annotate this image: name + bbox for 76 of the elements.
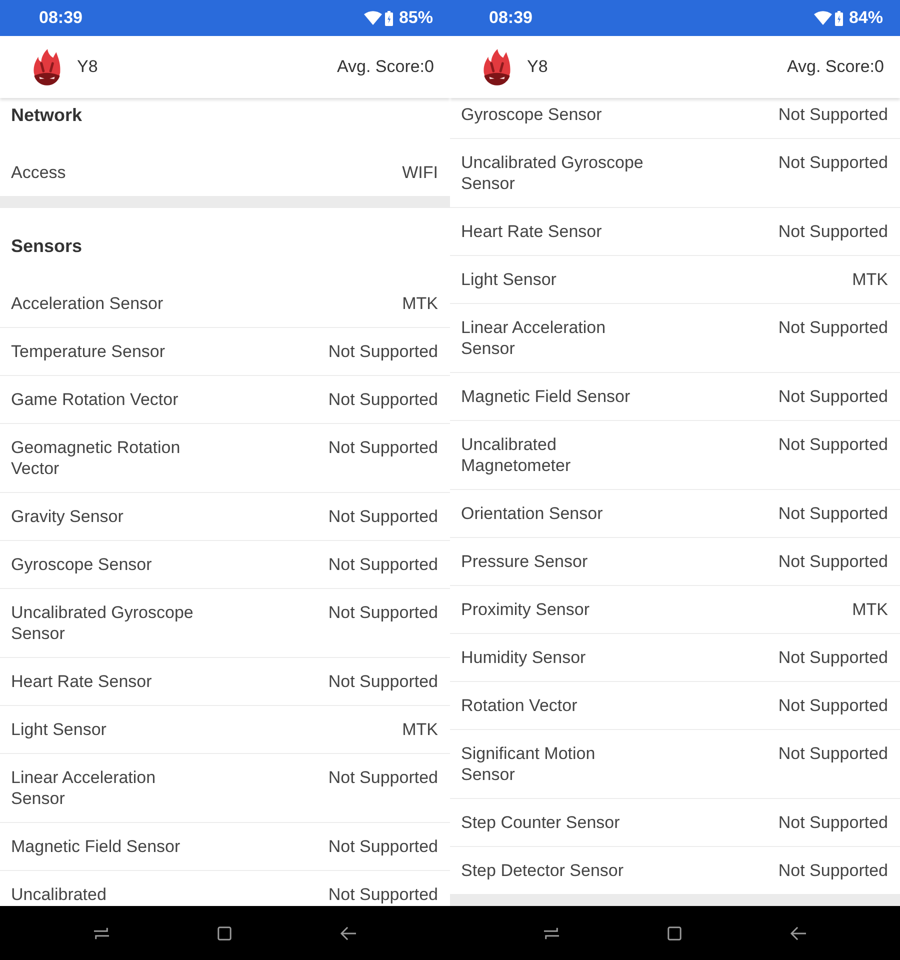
row-label: Rotation Vector [461,695,578,716]
row-label: Humidity Sensor [461,647,586,668]
row-label: Uncalibrated Gyroscope Sensor [11,602,194,644]
row-label: Proximity Sensor [461,599,590,620]
row-value: Not Supported [328,767,438,788]
recent-apps-icon[interactable] [543,926,560,940]
device-name: Y8 [527,57,548,77]
row-label: Game Rotation Vector [11,389,178,410]
row-label: Significant Motion Sensor [461,743,596,785]
avg-score: Avg. Score:0 [336,57,434,77]
row-label: Linear Acceleration Sensor [11,767,157,809]
row-value: Not Supported [778,503,888,524]
clock-time: 08:39 [489,8,532,28]
battery-percent: 84% [848,8,883,28]
home-square-icon[interactable] [216,926,234,940]
row-value: Not Supported [328,836,438,857]
wifi-icon [814,11,832,25]
row-value: Not Supported [328,671,438,692]
row-label: Linear Acceleration Sensor [461,317,607,359]
wifi-icon [364,11,382,25]
row-label: Gravity Sensor [11,506,124,527]
row-value: Not Supported [778,695,888,716]
row-label: Light Sensor [11,719,106,740]
recent-apps-icon[interactable] [93,926,110,940]
avg-score: Avg. Score:0 [786,57,884,77]
row-value: Not Supported [328,884,438,905]
row-label: Orientation Sensor [461,503,603,524]
row-label: Pressure Sensor [461,551,588,572]
row-label: Temperature Sensor [11,341,166,362]
section-title: Sensors [11,236,82,256]
row-value: Not Supported [778,647,888,668]
back-arrow-icon[interactable] [340,926,357,940]
row-label: Uncalibrated [11,884,106,905]
row-value: Not Supported [778,812,888,833]
row-value: MTK [852,599,888,620]
row-value: MTK [402,719,438,740]
row-label: Light Sensor [461,269,556,290]
row-label: Acceleration Sensor [11,293,164,314]
row-value: Not Supported [778,551,888,572]
row-value: Not Supported [778,152,888,173]
back-arrow-icon[interactable] [790,926,807,940]
row-value: Not Supported [328,506,438,527]
battery-charging-icon [384,10,393,26]
row-label: Magnetic Field Sensor [461,386,630,407]
section-title: Network [11,105,82,125]
battery-percent: 85% [398,8,433,28]
home-square-icon[interactable] [666,926,684,940]
row-label: Geomagnetic Rotation Vector [11,437,182,479]
row-label: Uncalibrated Gyroscope Sensor [461,152,644,194]
row-label: Heart Rate Sensor [461,221,602,242]
clock-time: 08:39 [39,8,82,28]
row-value: Not Supported [328,437,438,458]
battery-charging-icon [834,10,843,26]
row-value: Not Supported [778,386,888,407]
row-value: Not Supported [328,389,438,410]
row-value: Not Supported [778,221,888,242]
row-value: Not Supported [328,341,438,362]
row-value: Not Supported [778,434,888,455]
device-name: Y8 [77,57,98,77]
row-value: Not Supported [778,860,888,881]
row-label: Access [11,162,66,183]
row-label: Step Counter Sensor [461,812,620,833]
row-label: Step Detector Sensor [461,860,624,881]
row-value: Not Supported [778,104,888,125]
row-value: Not Supported [328,554,438,575]
row-value: WIFI [402,162,438,183]
row-label: Uncalibrated Magnetometer [461,434,572,476]
row-label: Gyroscope Sensor [461,104,602,125]
row-value: Not Supported [778,743,888,764]
row-value: Not Supported [328,602,438,623]
row-value: MTK [402,293,438,314]
row-label: Magnetic Field Sensor [11,836,180,857]
row-label: Gyroscope Sensor [11,554,152,575]
row-value: MTK [852,269,888,290]
row-value: Not Supported [778,317,888,338]
row-label: Heart Rate Sensor [11,671,152,692]
